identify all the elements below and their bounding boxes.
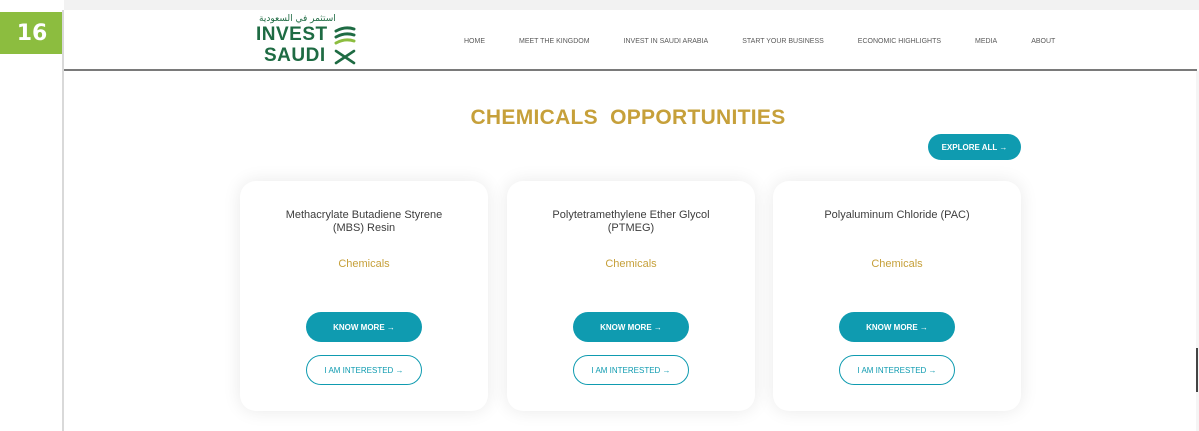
card-title-line-1: Methacrylate Butadiene Styrene xyxy=(285,209,443,221)
card-title: Polytetramethylene Ether Glycol (PTMEG) xyxy=(527,209,735,235)
nav-item-home[interactable]: HOME xyxy=(464,38,485,45)
opportunity-card: Polyaluminum Chloride (PAC) Chemicals KN… xyxy=(773,181,1021,411)
invest-saudi-logo[interactable]: استثمر في السعودية INVEST SAUDI xyxy=(256,14,376,68)
slide-number: 16 xyxy=(16,20,48,46)
i-am-interested-button[interactable]: I AM INTERESTED → xyxy=(573,355,689,385)
palm-swords-logo-icon xyxy=(334,26,356,65)
card-category: Chemicals xyxy=(871,258,923,270)
nav-item-about[interactable]: ABOUT xyxy=(1031,38,1055,45)
site-header: استثمر في السعودية INVEST SAUDI HOME MEE… xyxy=(64,10,1197,71)
card-title-line-1: Polytetramethylene Ether Glycol xyxy=(552,209,710,221)
opportunity-card: Polytetramethylene Ether Glycol (PTMEG) … xyxy=(507,181,755,411)
know-more-button[interactable]: KNOW MORE → xyxy=(839,312,955,342)
section-title: CHEMICALS OPPORTUNITIES xyxy=(470,106,786,129)
nav-item-media[interactable]: MEDIA xyxy=(975,38,997,45)
nav-item-start-your-business[interactable]: START YOUR BUSINESS xyxy=(742,38,824,45)
i-am-interested-button[interactable]: I AM INTERESTED → xyxy=(306,355,422,385)
card-category: Chemicals xyxy=(605,258,657,270)
card-title: Methacrylate Butadiene Styrene (MBS) Res… xyxy=(260,209,468,235)
nav-item-invest-in-saudi-arabia[interactable]: INVEST IN SAUDI ARABIA xyxy=(624,38,709,45)
know-more-button[interactable]: KNOW MORE → xyxy=(306,312,422,342)
window-left-border xyxy=(62,10,64,431)
main-nav: HOME MEET THE KINGDOM INVEST IN SAUDI AR… xyxy=(464,33,1089,49)
logo-invest-text: INVEST xyxy=(256,24,328,45)
know-more-button[interactable]: KNOW MORE → xyxy=(573,312,689,342)
card-title: Polyaluminum Chloride (PAC) xyxy=(793,209,1001,222)
card-title-line-1: Polyaluminum Chloride (PAC) xyxy=(824,209,970,221)
slide-number-badge: 16 xyxy=(0,12,64,54)
card-title-line-2: (MBS) Resin xyxy=(332,222,396,234)
explore-all-button[interactable]: EXPLORE ALL → xyxy=(928,134,1021,160)
logo-arabic-text: استثمر في السعودية xyxy=(259,14,336,24)
nav-item-meet-the-kingdom[interactable]: MEET THE KINGDOM xyxy=(519,38,590,45)
scrollbar-thumb[interactable] xyxy=(1196,348,1198,392)
i-am-interested-button[interactable]: I AM INTERESTED → xyxy=(839,355,955,385)
card-title-line-2: (PTMEG) xyxy=(607,222,655,234)
logo-saudi-text: SAUDI xyxy=(264,45,326,66)
nav-item-economic-highlights[interactable]: ECONOMIC HIGHLIGHTS xyxy=(858,38,941,45)
window-top-strip xyxy=(64,0,1199,10)
card-category: Chemicals xyxy=(338,258,390,270)
opportunity-card: Methacrylate Butadiene Styrene (MBS) Res… xyxy=(240,181,488,411)
